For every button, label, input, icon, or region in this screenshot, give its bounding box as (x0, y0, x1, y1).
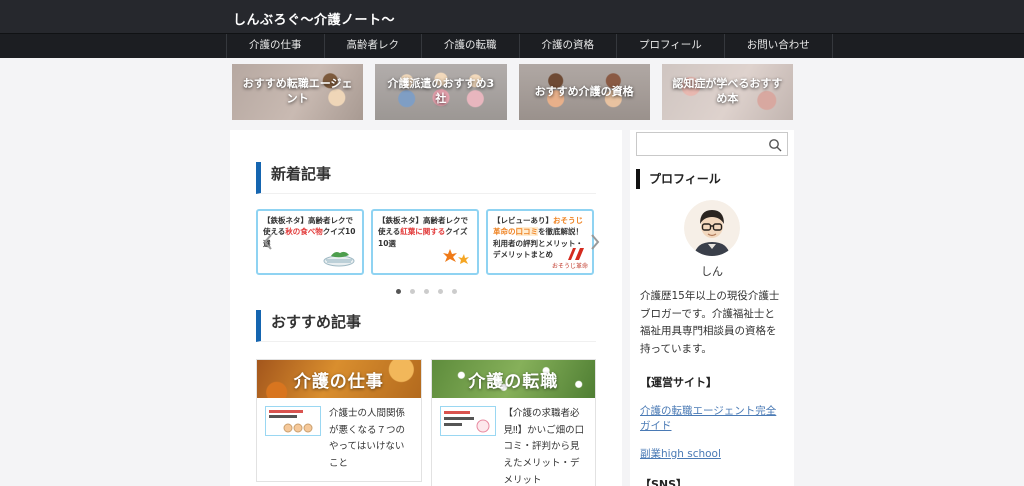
nav-item-profile[interactable]: プロフィール (616, 34, 724, 58)
article-thumbnail (265, 406, 321, 436)
sidebar: プロフィール しん 介護歴15年以上の現役介護士ブロガーです。介護福祉士と福祉用… (630, 130, 794, 486)
carousel-dot[interactable] (438, 289, 443, 294)
recommended-column-change: 介護の転職 【介護の求職者必見‼】かいご畑の口コミ・評判から見えたメリット・デメ… (431, 359, 597, 486)
recommended-column-jobs: 介護の仕事 介護士の人間関係が悪くなる７つのやってはいけないこと (256, 359, 422, 486)
banner-ninchisho-book[interactable]: 認知症が学べるおすすめ本 (662, 64, 793, 120)
search-input[interactable] (636, 132, 788, 156)
nav-item-kaigo-work[interactable]: 介護の仕事 (226, 34, 324, 58)
banner-label: おすすめ転職エージェント (239, 77, 356, 107)
carousel-dot[interactable] (452, 289, 457, 294)
banner-label: 認知症が学べるおすすめ本 (669, 77, 786, 107)
nav-item-rec[interactable]: 高齢者レク (324, 34, 422, 58)
news-card-koyo-quiz[interactable]: 【鉄板ネタ】高齢者レクで使える紅葉に関するクイズ10選 (371, 209, 479, 275)
banner-label: 介護派遣のおすすめ3社 (382, 77, 499, 107)
nav-item-contact[interactable]: お問い合わせ (724, 34, 833, 58)
banner-shikaku[interactable]: おすすめ介護の資格 (519, 64, 650, 120)
avatar (684, 200, 740, 256)
article-item[interactable]: 介護士の人間関係が悪くなる７つのやってはいけないこと (257, 398, 421, 481)
rec-card-jobs: 介護の仕事 介護士の人間関係が悪くなる７つのやってはいけないこと (256, 359, 422, 482)
recommended-heading: おすすめ記事 (256, 310, 596, 342)
nav-item-tenshoku[interactable]: 介護の転職 (421, 34, 519, 58)
card-text: 【レビューあり】 (493, 216, 553, 225)
search-icon[interactable] (768, 137, 782, 151)
article-item[interactable]: 【介護の求職者必見‼】かいご畑の口コミ・評判から見えたメリット・デメリット (432, 398, 596, 486)
nav-item-shikaku[interactable]: 介護の資格 (519, 34, 617, 58)
profile-name: しん (636, 263, 788, 279)
main-content: 新着記事 【鉄板ネタ】高齢者レクで使える秋の食べ物クイズ10選 【鉄板ネタ】高齢… (230, 130, 622, 486)
card-text-highlight: 口コミ (516, 227, 539, 236)
category-header-jobs[interactable]: 介護の仕事 (257, 360, 421, 398)
carousel-next-icon[interactable] (589, 233, 601, 251)
maple-leaves-image (440, 247, 472, 270)
link-tenshoku-agent-guide[interactable]: 介護の転職エージェント完全ガイド (640, 403, 784, 433)
osoji-kakumei-logo-text: おそうじ革命 (552, 262, 588, 271)
link-fukugyo-high-school[interactable]: 副業high school (640, 446, 784, 461)
carousel-dot[interactable] (396, 289, 401, 294)
new-articles-carousel: 【鉄板ネタ】高齢者レクで使える秋の食べ物クイズ10選 【鉄板ネタ】高齢者レクで使… (256, 209, 596, 275)
site-title[interactable]: しんぶろぐ〜介護ノート〜 (233, 9, 395, 28)
category-header-change[interactable]: 介護の転職 (432, 360, 596, 398)
new-articles-heading: 新着記事 (256, 162, 596, 194)
banner-label: おすすめ介護の資格 (535, 85, 634, 100)
operated-sites-heading: 【運営サイト】 (640, 374, 784, 390)
profile-bio: 介護歴15年以上の現役介護士ブロガーです。介護福祉士と福祉用具専門相談員の資格を… (640, 288, 784, 359)
carousel-dots (230, 289, 622, 294)
article-title: 介護士の人間関係が悪くなる７つのやってはいけないこと (329, 406, 413, 473)
profile-heading: プロフィール (636, 169, 788, 189)
main-nav: 介護の仕事 高齢者レク 介護の転職 介護の資格 プロフィール お問い合わせ (0, 33, 1024, 58)
article-title: 【介護の求職者必見‼】かいご畑の口コミ・評判から見えたメリット・デメリット (504, 406, 588, 486)
news-card-osoji-kakumei-review[interactable]: 【レビューあり】おそうじ革命の口コミを徹底解説！利用者の評判とメリット・デメリッ… (486, 209, 594, 275)
banner-row: おすすめ転職エージェント 介護派遣のおすすめ3社 おすすめ介護の資格 認知症が学… (232, 64, 793, 120)
card-text-highlight: 紅葉に関する (400, 227, 445, 236)
search-box (636, 132, 788, 156)
header-bar: しんぶろぐ〜介護ノート〜 (0, 0, 1024, 33)
rec-card-change: 介護の転職 【介護の求職者必見‼】かいご畑の口コミ・評判から見えたメリット・デメ… (431, 359, 597, 486)
carousel-prev-icon[interactable] (262, 233, 274, 251)
autumn-food-image (321, 247, 357, 270)
article-thumbnail (440, 406, 496, 436)
banner-tenshoku-agent[interactable]: おすすめ転職エージェント (232, 64, 363, 120)
recommended-columns: 介護の仕事 介護士の人間関係が悪くなる７つのやってはいけないこと (256, 359, 596, 486)
card-text-highlight: 秋の食べ物 (285, 227, 323, 236)
carousel-dot[interactable] (410, 289, 415, 294)
sns-heading: 【SNS】 (640, 476, 784, 486)
banner-haken-3sha[interactable]: 介護派遣のおすすめ3社 (375, 64, 506, 120)
carousel-dot[interactable] (424, 289, 429, 294)
